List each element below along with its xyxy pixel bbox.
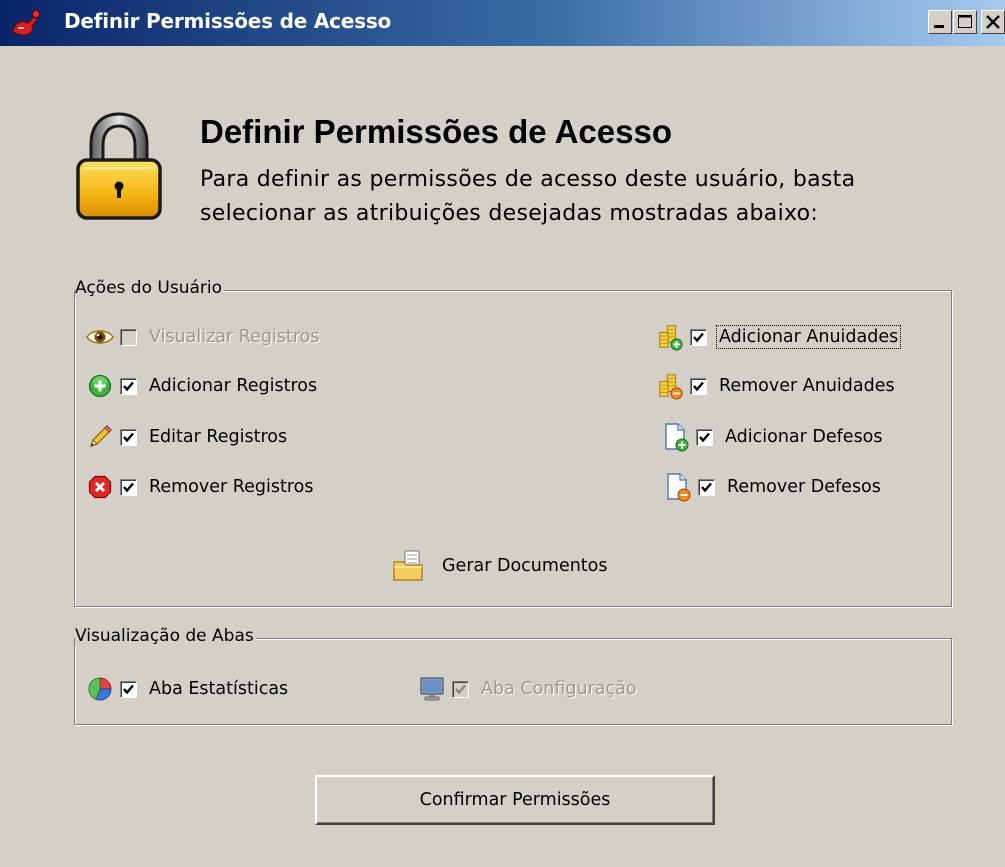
check-icon (123, 432, 134, 442)
page-description: Para definir as permissões de acesso des… (200, 163, 920, 231)
documents-folder-icon (392, 550, 426, 582)
page-title: Definir Permissões de Acesso (200, 113, 672, 150)
label-remover-defesos: Remover Defesos (727, 477, 881, 497)
perm-aba-configuracao[interactable]: Aba Configuração (418, 674, 637, 704)
label-adicionar-registros: Adicionar Registros (149, 376, 318, 396)
add-icon (86, 372, 114, 400)
check-icon (123, 381, 134, 391)
perm-aba-estatisticas[interactable]: Aba Estatísticas (86, 674, 288, 704)
label-editar-registros: Editar Registros (149, 427, 288, 447)
perm-editar-registros[interactable]: Editar Registros (86, 422, 287, 452)
document-remove-icon (664, 473, 692, 502)
checkbox-adicionar-registros[interactable] (120, 377, 137, 395)
checkbox-remover-registros[interactable] (120, 478, 137, 496)
checkbox-adicionar-anuidades[interactable] (690, 328, 707, 346)
title-bar[interactable]: Definir Permissões de Acesso (0, 0, 1005, 46)
perm-adicionar-anuidades[interactable]: Adicionar Anuidades (656, 322, 902, 352)
check-icon (693, 381, 704, 391)
perm-adicionar-registros[interactable]: Adicionar Registros (86, 371, 317, 401)
close-icon (986, 15, 1000, 29)
label-visualizar-registros: Visualizar Registros (149, 327, 320, 347)
perm-adicionar-defesos[interactable]: Adicionar Defesos (662, 422, 883, 452)
checkbox-remover-defesos[interactable] (698, 478, 715, 496)
check-icon (123, 482, 134, 492)
tabs-view-legend: Visualização de Abas (75, 626, 256, 646)
monitor-icon (418, 675, 446, 703)
checkbox-remover-anuidades[interactable] (690, 377, 707, 395)
lock-icon (74, 110, 164, 222)
user-actions-legend: Ações do Usuário (75, 278, 224, 298)
perm-remover-registros[interactable]: Remover Registros (86, 472, 314, 502)
checkbox-adicionar-defesos[interactable] (696, 428, 713, 446)
perm-remover-anuidades[interactable]: Remover Anuidades (656, 371, 895, 401)
window-title: Definir Permissões de Acesso (64, 9, 392, 33)
label-remover-anuidades: Remover Anuidades (719, 376, 895, 396)
checkbox-visualizar-registros[interactable] (120, 328, 137, 346)
check-icon (701, 482, 712, 492)
minimize-icon (934, 25, 944, 28)
checkbox-aba-estatisticas[interactable] (120, 680, 137, 698)
perm-visualizar-registros[interactable]: Visualizar Registros (86, 322, 320, 352)
label-aba-estatisticas: Aba Estatísticas (149, 679, 289, 699)
app-icon[interactable] (10, 8, 42, 38)
perm-remover-defesos[interactable]: Remover Defesos (664, 472, 881, 502)
label-adicionar-anuidades: Adicionar Anuidades (716, 325, 902, 349)
check-icon (455, 684, 466, 694)
coins-add-icon (656, 323, 684, 351)
maximize-icon (958, 15, 972, 28)
minimize-button[interactable] (928, 10, 952, 34)
close-button[interactable] (981, 10, 1005, 34)
coins-remove-icon (656, 372, 684, 400)
generate-documents-button[interactable]: Gerar Documentos (392, 549, 608, 583)
label-remover-registros: Remover Registros (149, 477, 314, 497)
pie-chart-icon (86, 675, 114, 703)
label-adicionar-defesos: Adicionar Defesos (725, 427, 883, 447)
description-line-2: selecionar as atribuições desejadas most… (200, 201, 819, 226)
checkbox-editar-registros[interactable] (120, 428, 137, 446)
generate-documents-label: Gerar Documentos (442, 556, 608, 576)
pencil-icon (86, 423, 114, 451)
check-icon (693, 332, 704, 342)
description-line-1: Para definir as permissões de acesso des… (200, 167, 856, 192)
confirm-permissions-button[interactable]: Confirmar Permissões (315, 775, 715, 825)
checkbox-aba-configuracao[interactable] (452, 680, 469, 698)
label-aba-configuracao: Aba Configuração (481, 679, 637, 699)
eye-icon (86, 323, 114, 351)
check-icon (699, 432, 710, 442)
document-add-icon (662, 423, 690, 452)
remove-icon (86, 473, 114, 501)
check-icon (123, 684, 134, 694)
maximize-button[interactable] (953, 10, 977, 34)
